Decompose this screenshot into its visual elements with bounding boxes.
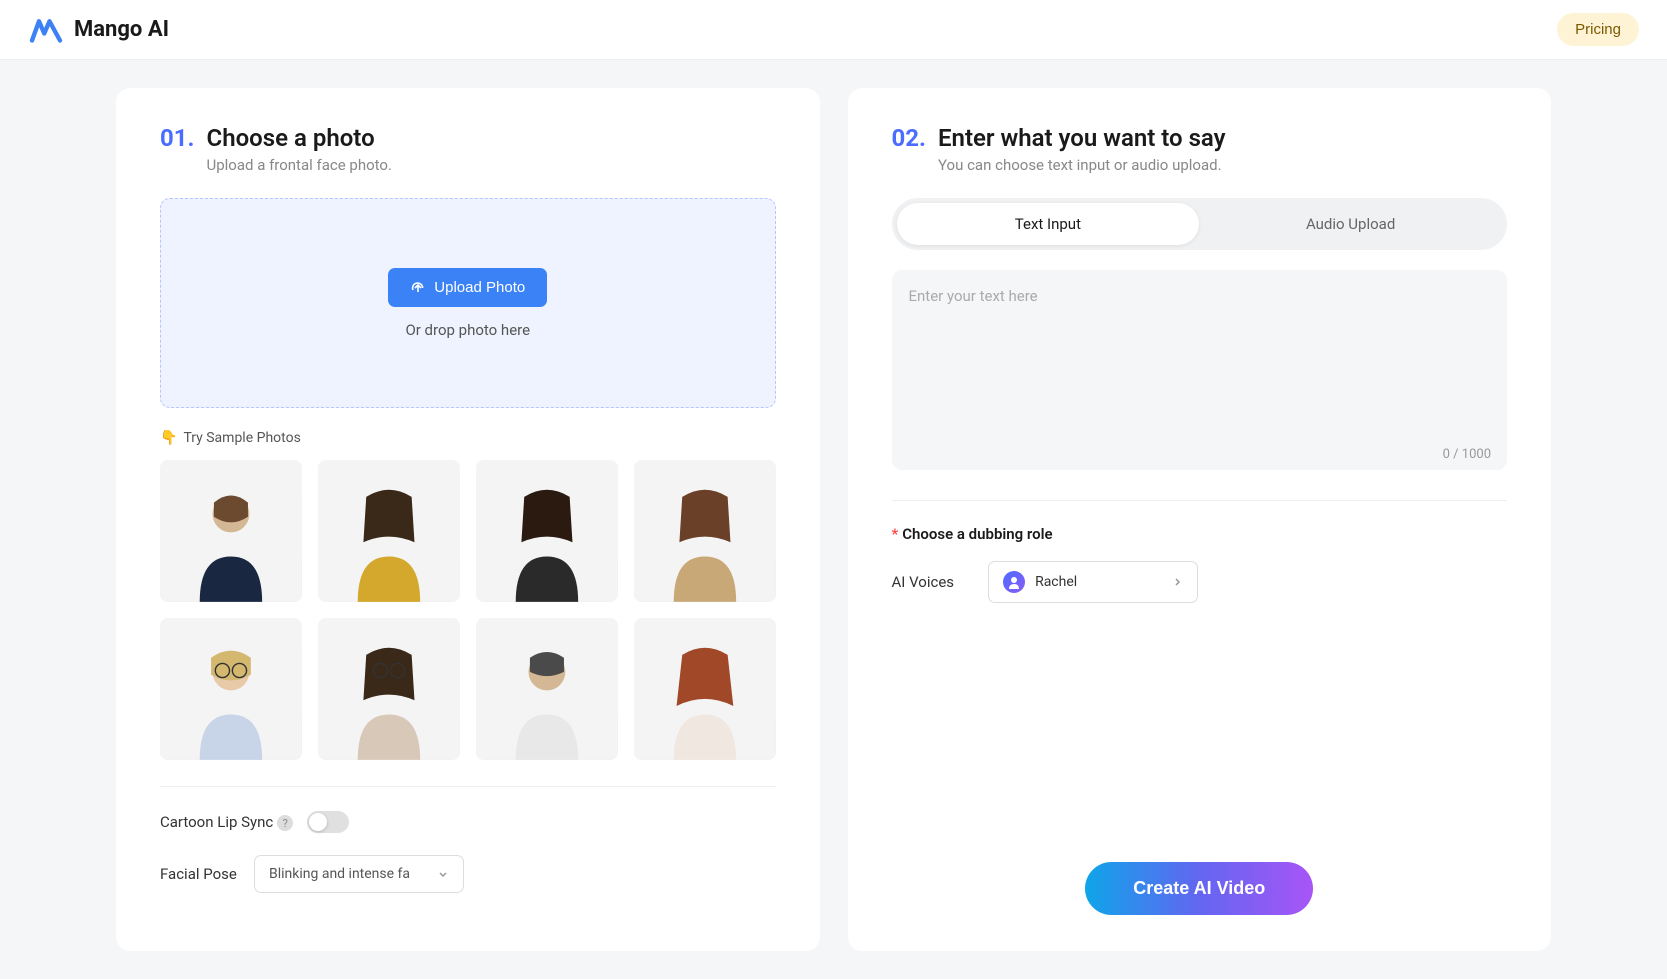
chevron-down-icon [437, 868, 449, 880]
facial-pose-row: Facial Pose Blinking and intense fa [160, 855, 776, 893]
upload-icon [410, 279, 426, 295]
step-header-2: 02. Enter what you want to say You can c… [892, 124, 1508, 174]
facial-pose-value: Blinking and intense fa [269, 866, 410, 882]
sample-photo-8[interactable] [634, 618, 776, 760]
step-number-2: 02. [892, 124, 927, 152]
voice-name: Rachel [1035, 574, 1161, 590]
text-panel: 02. Enter what you want to say You can c… [848, 88, 1552, 951]
header: Mango AI Pricing [0, 0, 1667, 60]
sample-photo-2[interactable] [318, 460, 460, 602]
dubbing-role-label: *Choose a dubbing role [892, 525, 1508, 543]
step-subtitle-2: You can choose text input or audio uploa… [938, 156, 1226, 174]
input-mode-tabs: Text Input Audio Upload [892, 198, 1508, 250]
sample-photo-1[interactable] [160, 460, 302, 602]
sample-photo-5[interactable] [160, 618, 302, 760]
sample-photo-7[interactable] [476, 618, 618, 760]
step-header-1: 01. Choose a photo Upload a frontal face… [160, 124, 776, 174]
sample-photos-label: 👇 Try Sample Photos [160, 430, 776, 446]
voice-avatar-icon [1003, 571, 1025, 593]
divider [160, 786, 776, 787]
facial-pose-label: Facial Pose [160, 865, 240, 883]
logo[interactable]: Mango AI [28, 16, 169, 44]
photo-panel: 01. Choose a photo Upload a frontal face… [116, 88, 820, 951]
required-asterisk: * [892, 525, 899, 543]
step-title-2: Enter what you want to say [938, 124, 1226, 152]
divider [892, 500, 1508, 501]
logo-icon [28, 16, 64, 44]
sample-photo-3[interactable] [476, 460, 618, 602]
chevron-right-icon [1171, 576, 1183, 588]
script-textarea[interactable] [892, 270, 1508, 470]
pointing-down-icon: 👇 [160, 430, 177, 446]
step-number-1: 01. [160, 124, 195, 152]
cartoon-lip-sync-toggle[interactable] [307, 811, 349, 833]
tab-audio-upload[interactable]: Audio Upload [1199, 203, 1502, 245]
upload-photo-button[interactable]: Upload Photo [388, 268, 547, 307]
sample-photo-6[interactable] [318, 618, 460, 760]
voice-select[interactable]: Rachel [988, 561, 1198, 603]
brand-name: Mango AI [74, 17, 169, 42]
sample-photo-4[interactable] [634, 460, 776, 602]
sample-label-text: Try Sample Photos [183, 430, 300, 446]
main-container: 01. Choose a photo Upload a frontal face… [0, 60, 1667, 979]
cartoon-lip-sync-row: Cartoon Lip Sync? [160, 811, 776, 833]
step-title-1: Choose a photo [207, 124, 392, 152]
drop-text: Or drop photo here [405, 321, 530, 339]
upload-dropzone[interactable]: Upload Photo Or drop photo here [160, 198, 776, 408]
step-subtitle-1: Upload a frontal face photo. [207, 156, 392, 174]
text-input-wrap: 0 / 1000 [892, 270, 1508, 474]
sample-grid [160, 460, 776, 760]
help-icon[interactable]: ? [277, 815, 293, 831]
voice-row: AI Voices Rachel [892, 561, 1508, 603]
ai-voices-label: AI Voices [892, 573, 955, 591]
pricing-button[interactable]: Pricing [1557, 13, 1639, 46]
facial-pose-select[interactable]: Blinking and intense fa [254, 855, 464, 893]
char-count: 0 / 1000 [1443, 447, 1491, 462]
create-ai-video-button[interactable]: Create AI Video [1085, 862, 1313, 915]
toggle-knob [309, 813, 327, 831]
tab-text-input[interactable]: Text Input [897, 203, 1200, 245]
cartoon-lip-sync-label: Cartoon Lip Sync? [160, 813, 293, 832]
upload-button-label: Upload Photo [434, 279, 525, 296]
